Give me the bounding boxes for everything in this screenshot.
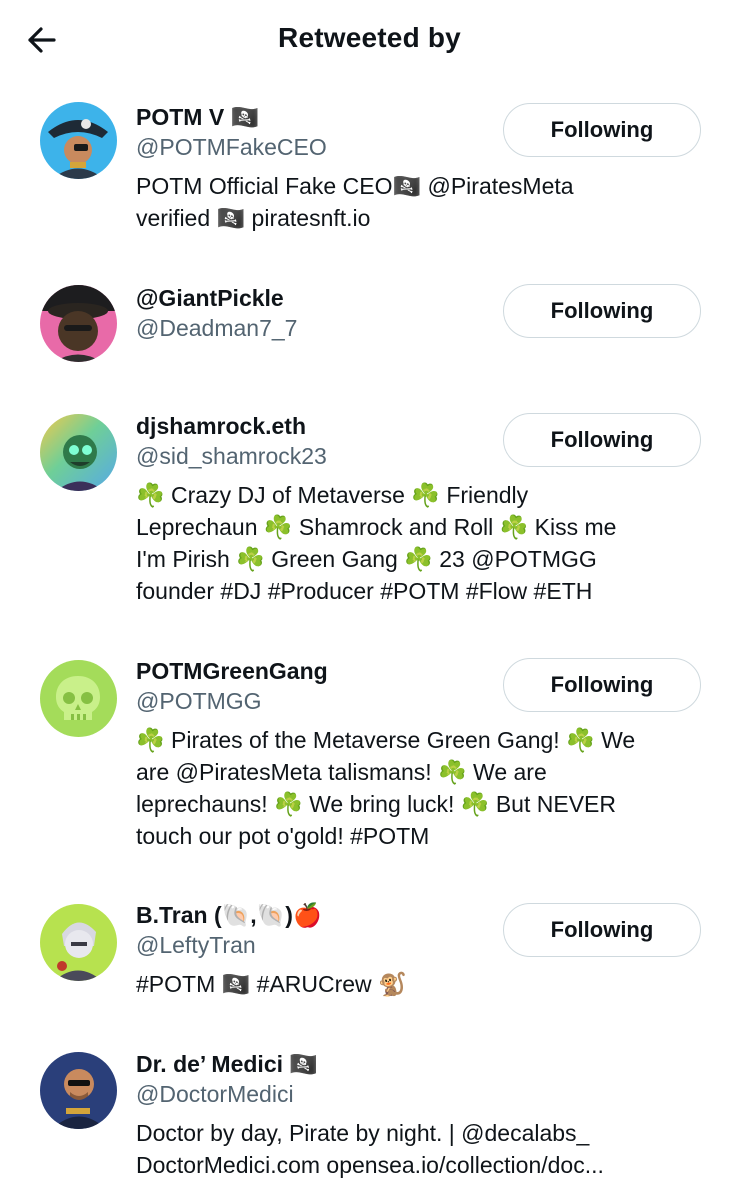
user-handle: @sid_shamrock23 (136, 443, 327, 469)
following-button[interactable]: Following (503, 903, 701, 957)
user-handle: @DoctorMedici (136, 1081, 294, 1107)
avatar[interactable] (40, 414, 117, 491)
user-bio: Doctor by day, Pirate by night. | @decal… (136, 1120, 604, 1178)
user-handle: @POTMFakeCEO (136, 134, 327, 160)
user-handle: @Deadman7_7 (136, 315, 298, 341)
following-button[interactable]: Following (503, 658, 701, 712)
user-bio: ☘️ Crazy DJ of Metaverse ☘️ Friendly Lep… (136, 482, 617, 604)
user-name: B.Tran (🐚,🐚)🍎 (136, 902, 322, 928)
user-name: @GiantPickle (136, 285, 284, 311)
user-handle: @POTMGG (136, 688, 262, 714)
user-name: POTM V 🏴‍☠️ (136, 104, 260, 130)
page-title: Retweeted by (278, 22, 461, 53)
avatar[interactable] (40, 660, 117, 737)
user-bio: POTM Official Fake CEO🏴‍☠️ @PiratesMeta … (136, 173, 574, 231)
following-button[interactable]: Following (503, 413, 701, 467)
user-bio: #POTM 🏴‍☠️ #ARUCrew 🐒 (136, 971, 407, 997)
top-bar: Retweeted by (0, 0, 739, 82)
avatar[interactable] (40, 285, 117, 362)
user-name: Dr. de’ Medici 🏴‍☠️ (136, 1051, 319, 1077)
following-button[interactable]: Following (503, 103, 701, 157)
user-name: POTMGreenGang (136, 658, 328, 684)
avatar[interactable] (40, 1052, 117, 1129)
user-handle: @LeftyTran (136, 932, 256, 958)
avatar[interactable] (40, 102, 117, 179)
user-name: djshamrock.eth (136, 413, 306, 439)
following-button[interactable]: Following (503, 284, 701, 338)
avatar[interactable] (40, 904, 117, 981)
user-bio: ☘️ Pirates of the Metaverse Green Gang! … (136, 727, 636, 849)
